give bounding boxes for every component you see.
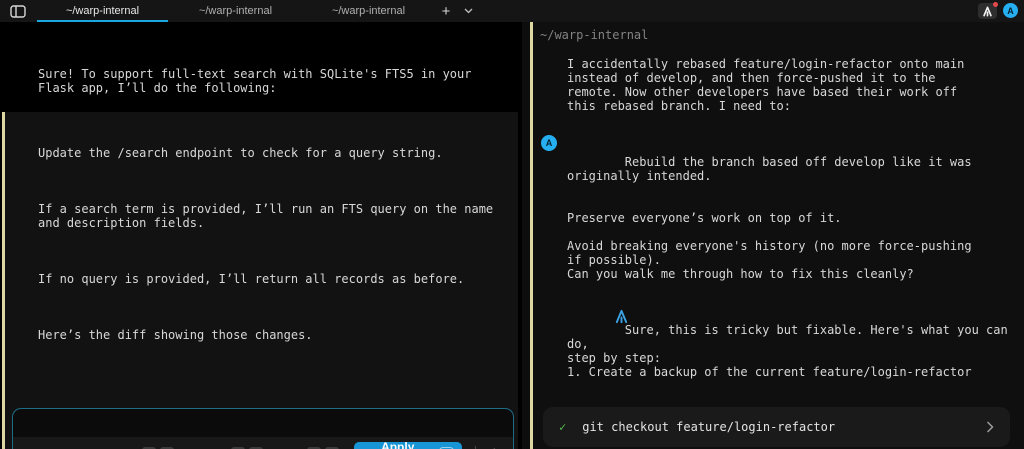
response-paragraph: Here’s the diff showing those changes. <box>38 328 518 342</box>
tab-label: ~/warp-internal <box>332 5 405 17</box>
diff-panel: Fix varia… Cancel ⌘ ⇧ Refine ⌘ ⇧ Edit ⌘ <box>12 408 514 449</box>
warp-assistant-button[interactable] <box>978 3 997 19</box>
chevron-right-icon <box>986 421 994 433</box>
user-avatar[interactable]: A <box>1003 3 1018 18</box>
highlighted-block: Update the /search endpoint to check for… <box>2 112 518 449</box>
command-block-1[interactable]: ✓ git checkout feature/login-refactor <box>543 407 1010 447</box>
avatar-letter: A <box>546 136 553 150</box>
tab-warp-internal-3[interactable]: ~/warp-internal <box>302 0 435 22</box>
check-icon: ✓ <box>559 420 566 434</box>
tab-label: ~/warp-internal <box>199 5 272 17</box>
working-directory-label: ~/warp-internal <box>540 28 1024 42</box>
user-avatar-badge: A <box>541 135 557 151</box>
tab-list-dropdown-button[interactable] <box>457 0 479 22</box>
tab-label: ~/warp-internal <box>66 5 139 17</box>
chevron-down-icon <box>464 8 473 14</box>
agent-response-block: Sure! To support full-text search with S… <box>0 22 518 112</box>
user-goal-3: Avoid breaking everyone's history (no mo… <box>567 239 1014 281</box>
apply-changes-button[interactable]: Apply changes ↵ <box>354 442 462 449</box>
assistant-message: Sure, this is tricky but fixable. Here's… <box>567 295 1014 393</box>
right-pane: ~/warp-internal I accidentally rebased f… <box>522 22 1024 449</box>
warp-logo-icon <box>982 6 993 17</box>
user-goal-1: A Rebuild the branch based off develop l… <box>567 127 1014 197</box>
user-goal-2: Preserve everyone’s work on top of it. <box>567 211 1014 225</box>
tab-warp-internal-2[interactable]: ~/warp-internal <box>169 0 302 22</box>
avatar-letter: A <box>1007 6 1014 16</box>
response-paragraph: Sure! To support full-text search with S… <box>38 67 514 95</box>
left-pane: Sure! To support full-text search with S… <box>0 22 518 449</box>
conversation-block: ~/warp-internal I accidentally rebased f… <box>530 22 1024 449</box>
response-paragraph: Update the /search endpoint to check for… <box>38 146 518 160</box>
sidebar-toggle-icon <box>10 5 26 18</box>
terminal-panes: Sure! To support full-text search with S… <box>0 22 1024 449</box>
command-text: git checkout feature/login-refactor <box>582 420 986 434</box>
user-message: I accidentally rebased feature/login-ref… <box>567 57 1014 113</box>
response-paragraph: If a search term is provided, I’ll run a… <box>38 202 518 230</box>
plus-icon: + <box>442 3 451 20</box>
notification-dot <box>993 2 998 7</box>
tab-bar: ~/warp-internal ~/warp-internal ~/warp-i… <box>0 0 1024 22</box>
tabbar-spacer <box>479 0 978 22</box>
apply-changes-label: Apply changes <box>362 440 433 449</box>
new-tab-button[interactable]: + <box>435 0 457 22</box>
diff-toolbar: Fix varia… Cancel ⌘ ⇧ Refine ⌘ ⇧ Edit ⌘ <box>13 437 513 449</box>
goal-text: Rebuild the branch based off develop lik… <box>567 155 972 183</box>
assistant-text: Sure, this is tricky but fixable. Here's… <box>567 323 1015 379</box>
sidebar-toggle-button[interactable] <box>0 0 36 22</box>
response-paragraph: If no query is provided, I’ll return all… <box>38 272 518 286</box>
tab-warp-internal-1[interactable]: ~/warp-internal <box>36 0 169 22</box>
warp-ai-logo-icon <box>542 295 629 341</box>
